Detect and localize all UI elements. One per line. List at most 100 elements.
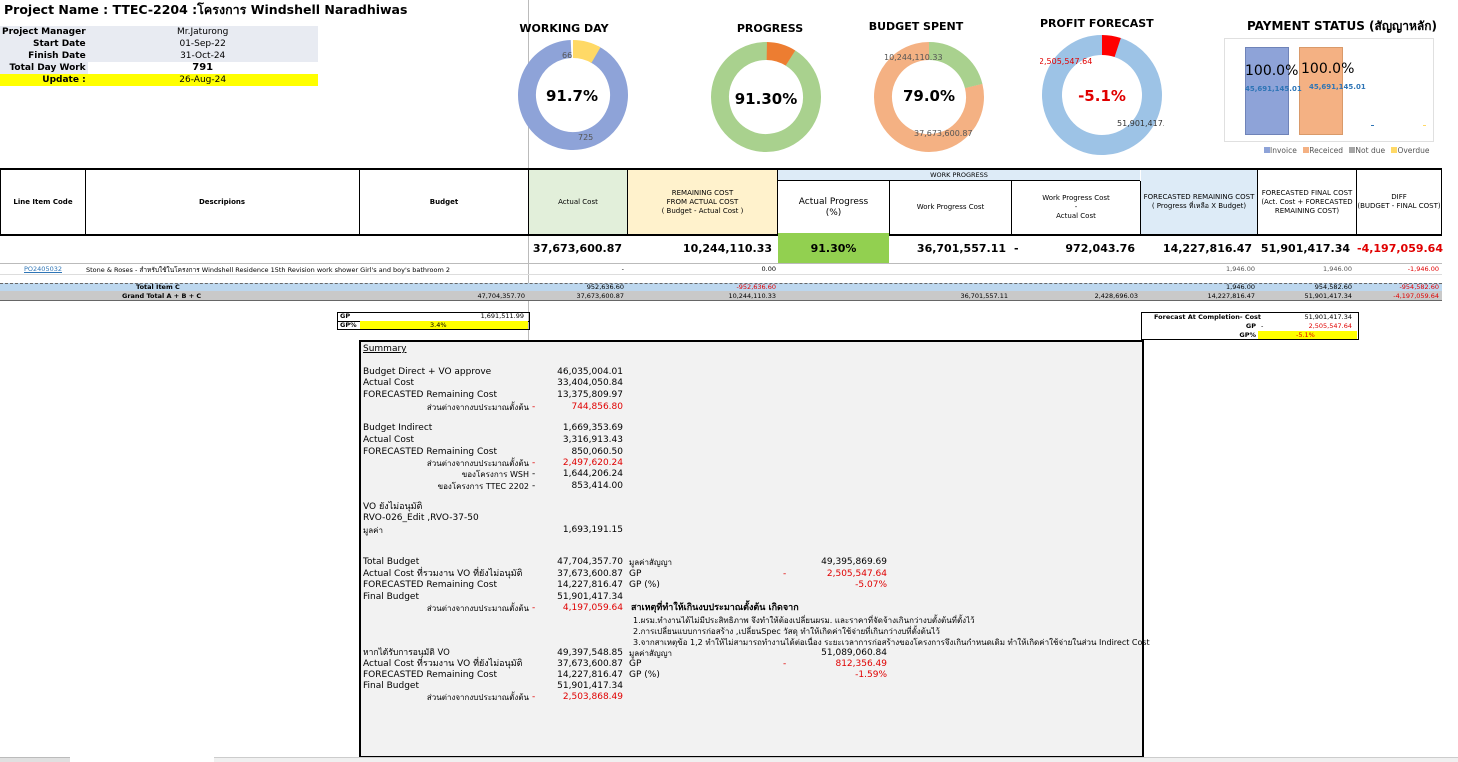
total-forecast-remaining[interactable]: 14,227,816.47 [1141, 242, 1252, 255]
total-budget-value[interactable]: 47,704,357.70 [531, 557, 623, 568]
col-line-item[interactable]: Line Item Code [0, 170, 86, 234]
legend-invoice: Invoice [1270, 146, 1297, 155]
vo-gpp-value[interactable]: -1.59% [801, 670, 887, 681]
vo-pending-value[interactable]: 1,693,191.15 [531, 525, 623, 536]
total-wp-minus[interactable]: 972,043.76 [1030, 242, 1135, 255]
total-forecast-value[interactable]: 14,227,816.47 [531, 580, 623, 591]
line-item-forecast-final[interactable]: 1,946.00 [1258, 265, 1352, 273]
not-due-bar [1371, 125, 1374, 126]
grand-actual[interactable]: 37,673,600.87 [530, 292, 624, 300]
finish-value[interactable]: 31-Oct-24 [87, 50, 318, 62]
grand-remaining[interactable]: 10,244,110.33 [630, 292, 776, 300]
col-budget[interactable]: Budget [360, 170, 529, 234]
vo-gp-label: GP [629, 659, 642, 669]
indirect-forecast-value[interactable]: 850,060.50 [531, 447, 623, 458]
total-diff-value[interactable]: 4,197,059.64 [541, 603, 623, 614]
line-item-desc[interactable]: Stone & Roses - สำหรับใช้ในโครงการ Winds… [86, 265, 450, 275]
indirect-budget-value[interactable]: 1,669,353.69 [531, 423, 623, 434]
gp-summary-dash: - [783, 569, 787, 579]
grand-budget[interactable]: 47,704,357.70 [360, 292, 525, 300]
total-actual-value[interactable]: 37,673,600.87 [531, 569, 623, 580]
total-final-value[interactable]: 51,901,417.34 [531, 592, 623, 603]
update-value[interactable]: 26-Aug-24 [87, 74, 318, 86]
vo-case-final-value[interactable]: 51,901,417.34 [531, 681, 623, 692]
pm-value[interactable]: Mr.Jaturong [87, 26, 318, 38]
horizontal-scrollbar[interactable] [214, 757, 1458, 762]
line-item-diff[interactable]: -1,946.00 [1357, 265, 1439, 273]
vo-case-value[interactable]: 49,397,548.85 [531, 648, 623, 659]
grand-forecast-final[interactable]: 51,901,417.34 [1258, 292, 1352, 300]
grand-forecast-rem[interactable]: 14,227,816.47 [1141, 292, 1255, 300]
grand-wp-cost[interactable]: 36,701,557.11 [890, 292, 1008, 300]
line-item-code[interactable]: PO2405032 [24, 265, 62, 273]
line-item-remaining[interactable]: 0.00 [630, 265, 776, 273]
gp-right-label: GP [1245, 322, 1256, 330]
vo-case-actual-value[interactable]: 37,673,600.87 [531, 659, 623, 670]
total-diff-label: ส่วนต่างจากงบประมาณตั้งต้น [426, 604, 529, 613]
line-item-actual[interactable]: - [530, 265, 624, 273]
invoice-pct: 100.0% [1245, 63, 1299, 79]
vo-gp-value[interactable]: 812,356.49 [801, 659, 887, 670]
total-remaining-cost[interactable]: 10,244,110.33 [630, 242, 772, 255]
gpp-left-value[interactable]: 3.4% [430, 321, 447, 329]
total-diff[interactable]: -4,197,059.64 [1357, 242, 1443, 255]
direct-diff-dash: - [532, 402, 536, 412]
total-forecast-final[interactable]: 51,901,417.34 [1258, 242, 1350, 255]
gpp-right-value[interactable]: -5.1% [1296, 331, 1315, 339]
total-c-remaining[interactable]: -952,636.60 [630, 283, 776, 291]
col-work-progress-minus-actual[interactable]: Work Progress Cost - Actual Cost [1012, 181, 1141, 234]
direct-actual-label: Actual Cost [363, 378, 415, 388]
indirect-diff-value[interactable]: 2,497,620.24 [541, 458, 623, 469]
total-day-value[interactable]: 791 [87, 62, 318, 74]
forecast-completion-label: Forecast At Completion- Cost [1154, 313, 1262, 321]
vo-case-diff-value[interactable]: 2,503,868.49 [541, 692, 623, 703]
total-c-forecast-final[interactable]: 954,582.60 [1258, 283, 1352, 291]
direct-diff-value[interactable]: 744,856.80 [541, 402, 623, 413]
col-descriptions[interactable]: Descripions [85, 170, 360, 234]
gp-left-value[interactable]: 1,691,511.99 [420, 312, 524, 320]
total-c-diff[interactable]: -954,582.60 [1357, 283, 1439, 291]
gp-right-value[interactable]: 2,505,547.64 [1270, 322, 1352, 330]
profit-forecast-small-label: -2,505,547.64 [1040, 57, 1092, 66]
payment-status-chart[interactable]: 100.0% 100.0% 45,691,145.01 45,691,145.0… [1224, 38, 1434, 142]
col-forecast-final[interactable]: FORECASTED FINAL COST (Act. Cost + FOREC… [1258, 170, 1357, 234]
direct-forecast-value[interactable]: 13,375,809.97 [531, 390, 623, 401]
total-wp-cost[interactable]: 36,701,557.11 [890, 242, 1006, 255]
total-c-actual[interactable]: 952,636.60 [530, 283, 624, 291]
indirect-budget-label: Budget Indirect [363, 423, 433, 433]
col-forecast-remaining[interactable]: FORECASTED REMAINING COST ( Progress ที่… [1141, 170, 1258, 234]
gpp-left-label: GP% [340, 321, 357, 329]
total-progress[interactable]: 91.30% [778, 242, 889, 255]
direct-actual-value[interactable]: 33,404,050.84 [531, 378, 623, 389]
vo-gp-dash: - [783, 659, 787, 669]
line-item-forecast-rem[interactable]: 1,946.00 [1141, 265, 1255, 273]
contract-value[interactable]: 49,395,869.69 [801, 557, 887, 568]
start-value[interactable]: 01-Sep-22 [87, 38, 318, 50]
sheet-tab-stub[interactable] [0, 757, 70, 762]
forecast-completion-value[interactable]: 51,901,417.34 [1260, 313, 1352, 321]
indirect-wsh-value[interactable]: 1,644,206.24 [541, 469, 623, 480]
reasons-title: สาเหตุที่ทำให้เกินงบประมาณตั้งต้น เกิดจา… [631, 603, 799, 613]
total-diff-dash: - [532, 603, 536, 613]
gp-summary-value[interactable]: 2,505,547.64 [801, 569, 887, 580]
contract-value-label: มูลค่าสัญญา [629, 558, 673, 567]
grand-diff[interactable]: -4,197,059.64 [1357, 292, 1439, 300]
col-remaining-cost[interactable]: REMAINING COST FROM ACTUAL COST ( Budget… [628, 170, 778, 234]
vo-contract-value[interactable]: 51,089,060.84 [801, 648, 887, 659]
grand-wp-minus[interactable]: 2,428,696.03 [1012, 292, 1138, 300]
direct-diff-label: ส่วนต่างจากงบประมาณตั้งต้น [426, 403, 529, 412]
col-diff[interactable]: DIFF (BUDGET - FINAL COST) [1357, 170, 1442, 234]
col-work-progress-cost[interactable]: Work Progress Cost [890, 181, 1012, 234]
total-c-forecast-rem[interactable]: 1,946.00 [1141, 283, 1255, 291]
col-actual-cost[interactable]: Actual Cost [529, 170, 628, 234]
total-actual-cost[interactable]: 37,673,600.87 [530, 242, 622, 255]
direct-budget-label: Budget Direct + VO approve [363, 367, 492, 377]
gpp-summary-value[interactable]: -5.07% [801, 580, 887, 591]
indirect-ttec-value[interactable]: 853,414.00 [541, 481, 623, 492]
total-item-c-label: Total Item C [136, 283, 180, 291]
indirect-actual-value[interactable]: 3,316,913.43 [531, 435, 623, 446]
vo-case-forecast-value[interactable]: 14,227,816.47 [531, 670, 623, 681]
col-actual-progress[interactable]: Actual Progress (%) [778, 181, 890, 234]
direct-budget-value[interactable]: 46,035,004.01 [531, 367, 623, 378]
project-title: Project Name : TTEC-2204 :โครงการ Windsh… [4, 2, 408, 17]
